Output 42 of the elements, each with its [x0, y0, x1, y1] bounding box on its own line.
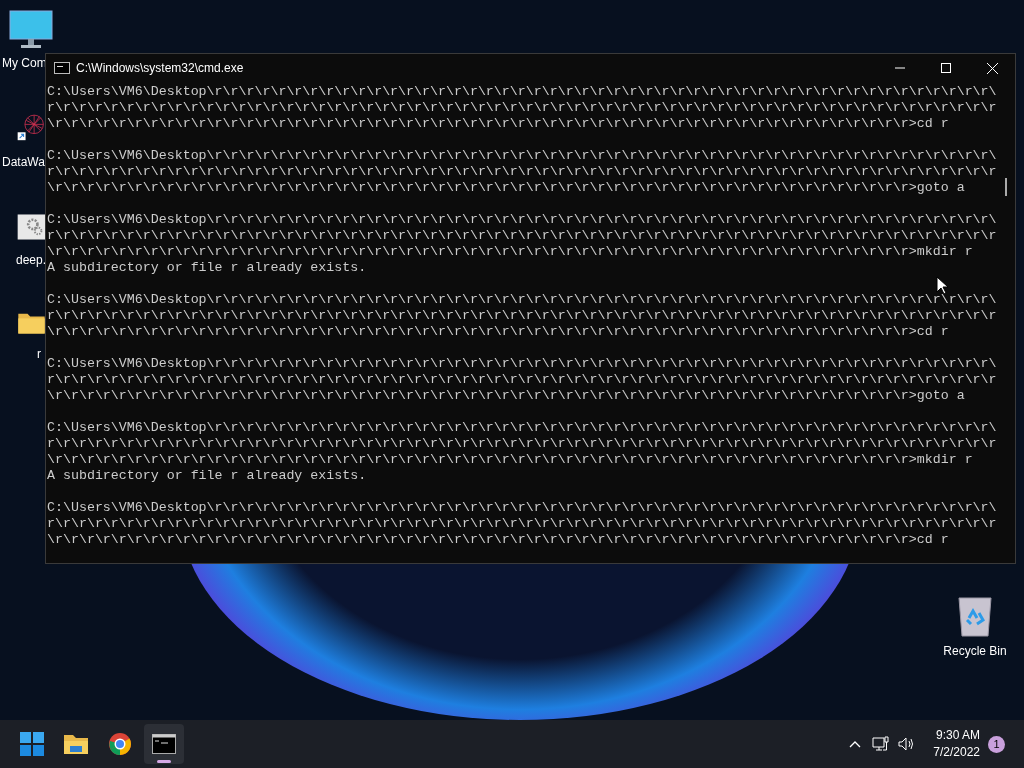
- console-line: \r\r\r\r\r\r\r\r\r\r\r\r\r\r\r\r\r\r\r\r\r\r\r\r\r\r\r\r\r\r\r\r\r\r\r\r\r\r\r\r\r\r\r\r\r\r\r\r\r\r\r\r\r\r>mkdir r: [47, 244, 973, 260]
- console-line: r\r\r\r\r\r\r\r\r\r\r\r\r\r\r\r\r\r\r\r\r\r\r\r\r\r\r\r\r\r\r\r\r\r\r\r\r\r\r\r\r\r\r\r\r\r\r\r\r\r\r\r\r\r\r\r\r\r\r\r: [47, 164, 997, 180]
- close-icon: [986, 62, 998, 74]
- console-line: \r\r\r\r\r\r\r\r\r\r\r\r\r\r\r\r\r\r\r\r\r\r\r\r\r\r\r\r\r\r\r\r\r\r\r\r\r\r\r\r\r\r\r\r\r\r\r\r\r\r\r\r\r\r>cd r: [47, 532, 949, 548]
- console-line: r\r\r\r\r\r\r\r\r\r\r\r\r\r\r\r\r\r\r\r\r\r\r\r\r\r\r\r\r\r\r\r\r\r\r\r\r\r\r\r\r\r\r\r\r\r\r\r\r\r\r\r\r\r\r\r\r\r\r\r: [47, 516, 997, 532]
- console-line: \r\r\r\r\r\r\r\r\r\r\r\r\r\r\r\r\r\r\r\r\r\r\r\r\r\r\r\r\r\r\r\r\r\r\r\r\r\r\r\r\r\r\r\r\r\r\r\r\r\r\r\r\r\r>mkdir r: [47, 452, 973, 468]
- console-line: C:\Users\VM6\Desktop\r\r\r\r\r\r\r\r\r\r\r\r\r\r\r\r\r\r\r\r\r\r\r\r\r\r\r\r\r\r\r\r\r\r\r\r\r\r\r\r\r\r\r\r\r\r\r\r\r\: [47, 148, 997, 164]
- clock-date[interactable]: 7/2/2022: [933, 744, 980, 761]
- terminal-button[interactable]: [144, 724, 184, 764]
- console-icon: [54, 62, 70, 74]
- recycle-bin-icon[interactable]: [957, 596, 993, 638]
- console-line: C:\Users\VM6\Desktop\r\r\r\r\r\r\r\r\r\r\r\r\r\r\r\r\r\r\r\r\r\r\r\r\r\r\r\r\r\r\r\r\r\r\r\r\r\r\r\r\r\r\r\r\r\r\r\r\r\: [47, 356, 997, 372]
- console-line: \r\r\r\r\r\r\r\r\r\r\r\r\r\r\r\r\r\r\r\r\r\r\r\r\r\r\r\r\r\r\r\r\r\r\r\r\r\r\r\r\r\r\r\r\r\r\r\r\r\r\r\r\r\r>cd r: [47, 324, 949, 340]
- window-title: C:\Windows\system32\cmd.exe: [76, 60, 244, 77]
- console-line: r\r\r\r\r\r\r\r\r\r\r\r\r\r\r\r\r\r\r\r\r\r\r\r\r\r\r\r\r\r\r\r\r\r\r\r\r\r\r\r\r\r\r\r\r\r\r\r\r\r\r\r\r\r\r\r\r\r\r\r: [47, 228, 997, 244]
- console-line: r\r\r\r\r\r\r\r\r\r\r\r\r\r\r\r\r\r\r\r\r\r\r\r\r\r\r\r\r\r\r\r\r\r\r\r\r\r\r\r\r\r\r\r\r\r\r\r\r\r\r\r\r\r\r\r\r\r\r\r: [47, 436, 997, 452]
- console-line: C:\Users\VM6\Desktop\r\r\r\r\r\r\r\r\r\r\r\r\r\r\r\r\r\r\r\r\r\r\r\r\r\r\r\r\r\r\r\r\r\r\r\r\r\r\r\r\r\r\r\r\r\r\r\r\r\: [47, 292, 997, 308]
- console-line: C:\Users\VM6\Desktop\r\r\r\r\r\r\r\r\r\r\r\r\r\r\r\r\r\r\r\r\r\r\r\r\r\r\r\r\r\r\r\r\r\r\r\r\r\r\r\r\r\r\r\r\r\r\r\r\r\: [47, 84, 997, 100]
- maximize-icon: [941, 63, 951, 73]
- monitor-icon[interactable]: [9, 10, 53, 50]
- console-output: A subdirectory or file r already exists.: [47, 468, 367, 484]
- mouse-pointer-icon: [936, 276, 948, 295]
- folder-icon: [63, 733, 89, 755]
- console-line: C:\Users\VM6\Desktop\r\r\r\r\r\r\r\r\r\r\r\r\r\r\r\r\r\r\r\r\r\r\r\r\r\r\r\r\r\r\r\r\r\r\r\r\r\r\r\r\r\r\r\r\r\r\r\r\r\: [47, 420, 997, 436]
- icon-label[interactable]: Recycle Bin: [943, 642, 1007, 660]
- icon-label[interactable]: r: [37, 345, 41, 363]
- browser-icon: [108, 732, 132, 756]
- console-line: C:\Users\VM6\Desktop\r\r\r\r\r\r\r\r\r\r\r\r\r\r\r\r\r\r\r\r\r\r\r\r\r\r\r\r\r\r\r\r\r\r\r\r\r\r\r\r\r\r\r\r\r\r\r\r\r\: [47, 212, 997, 228]
- windows-logo-icon: [20, 732, 44, 756]
- notification-count[interactable]: 1: [988, 735, 1005, 753]
- icon-label[interactable]: DataWa: [2, 153, 45, 171]
- console-line: C:\Users\VM6\Desktop\r\r\r\r\r\r\r\r\r\r\r\r\r\r\r\r\r\r\r\r\r\r\r\r\r\r\r\r\r\r\r\r\r\r\r\r\r\r\r\r\r\r\r\r\r\r\r\r\r\: [47, 500, 997, 516]
- clock-time[interactable]: 9:30 AM: [935, 727, 980, 744]
- console-line: r\r\r\r\r\r\r\r\r\r\r\r\r\r\r\r\r\r\r\r\r\r\r\r\r\r\r\r\r\r\r\r\r\r\r\r\r\r\r\r\r\r\r\r\r\r\r\r\r\r\r\r\r\r\r\r\r\r\r\r: [47, 308, 997, 324]
- console-line: \r\r\r\r\r\r\r\r\r\r\r\r\r\r\r\r\r\r\r\r\r\r\r\r\r\r\r\r\r\r\r\r\r\r\r\r\r\r\r\r\r\r\r\r\r\r\r\r\r\r\r\r\r\r>goto a: [47, 388, 965, 404]
- console-line: r\r\r\r\r\r\r\r\r\r\r\r\r\r\r\r\r\r\r\r\r\r\r\r\r\r\r\r\r\r\r\r\r\r\r\r\r\r\r\r\r\r\r\r\r\r\r\r\r\r\r\r\r\r\r\r\r\r\r\r: [47, 100, 997, 116]
- console-line: \r\r\r\r\r\r\r\r\r\r\r\r\r\r\r\r\r\r\r\r\r\r\r\r\r\r\r\r\r\r\r\r\r\r\r\r\r\r\r\r\r\r\r\r\r\r\r\r\r\r\r\r\r\r>goto a: [47, 180, 965, 196]
- terminal-icon: [152, 734, 176, 754]
- console-output: A subdirectory or file r already exists.: [47, 260, 367, 276]
- console-line: r\r\r\r\r\r\r\r\r\r\r\r\r\r\r\r\r\r\r\r\r\r\r\r\r\r\r\r\r\r\r\r\r\r\r\r\r\r\r\r\r\r\r\r\r\r\r\r\r\r\r\r\r\r\r\r\r\r\r\r: [47, 372, 997, 388]
- icon-label[interactable]: deep.: [16, 251, 47, 269]
- console-line: \r\r\r\r\r\r\r\r\r\r\r\r\r\r\r\r\r\r\r\r\r\r\r\r\r\r\r\r\r\r\r\r\r\r\r\r\r\r\r\r\r\r\r\r\r\r\r\r\r\r\r\r\r\r>cd r: [47, 116, 949, 132]
